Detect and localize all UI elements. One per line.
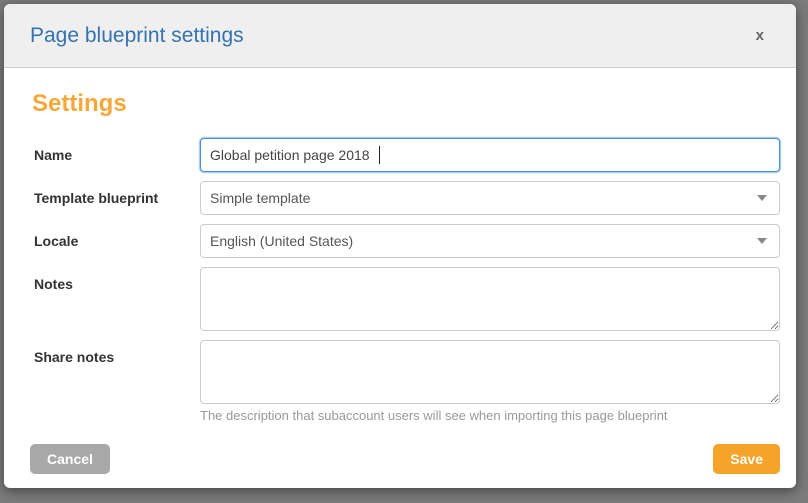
locale-row: Locale English (United States): [30, 224, 780, 258]
modal-header: Page blueprint settings x: [4, 4, 796, 68]
save-button[interactable]: Save: [713, 444, 780, 474]
name-label: Name: [30, 138, 200, 163]
text-cursor: [379, 146, 380, 164]
notes-row: Notes: [30, 267, 780, 331]
page-blueprint-settings-modal: Page blueprint settings x Settings Name …: [4, 4, 796, 488]
share-notes-help-text: The description that subaccount users wi…: [200, 408, 780, 423]
template-blueprint-field-wrap: Simple template: [200, 181, 780, 215]
modal-footer: Cancel Save: [4, 432, 796, 474]
share-notes-row: Share notes The description that subacco…: [30, 340, 780, 423]
template-blueprint-selected-value: Simple template: [210, 190, 310, 206]
cancel-button[interactable]: Cancel: [30, 444, 110, 474]
notes-label: Notes: [30, 267, 200, 292]
share-notes-label: Share notes: [30, 340, 200, 365]
close-icon[interactable]: x: [752, 24, 768, 47]
share-notes-textarea[interactable]: [200, 340, 780, 404]
name-input[interactable]: [200, 138, 780, 172]
name-field-wrap: [200, 138, 780, 172]
locale-field-wrap: English (United States): [200, 224, 780, 258]
chevron-down-icon: [757, 195, 767, 201]
template-blueprint-row: Template blueprint Simple template: [30, 181, 780, 215]
template-blueprint-select[interactable]: Simple template: [200, 181, 780, 215]
locale-selected-value: English (United States): [210, 233, 353, 249]
name-row: Name: [30, 138, 780, 172]
notes-field-wrap: [200, 267, 780, 331]
locale-select[interactable]: English (United States): [200, 224, 780, 258]
template-blueprint-label: Template blueprint: [30, 181, 200, 206]
chevron-down-icon: [757, 238, 767, 244]
modal-body: Settings Name Template blueprint Simple …: [4, 68, 796, 423]
settings-section-heading: Settings: [32, 90, 780, 118]
locale-label: Locale: [30, 224, 200, 249]
notes-textarea[interactable]: [200, 267, 780, 331]
share-notes-field-wrap: The description that subaccount users wi…: [200, 340, 780, 423]
modal-title: Page blueprint settings: [30, 24, 244, 48]
